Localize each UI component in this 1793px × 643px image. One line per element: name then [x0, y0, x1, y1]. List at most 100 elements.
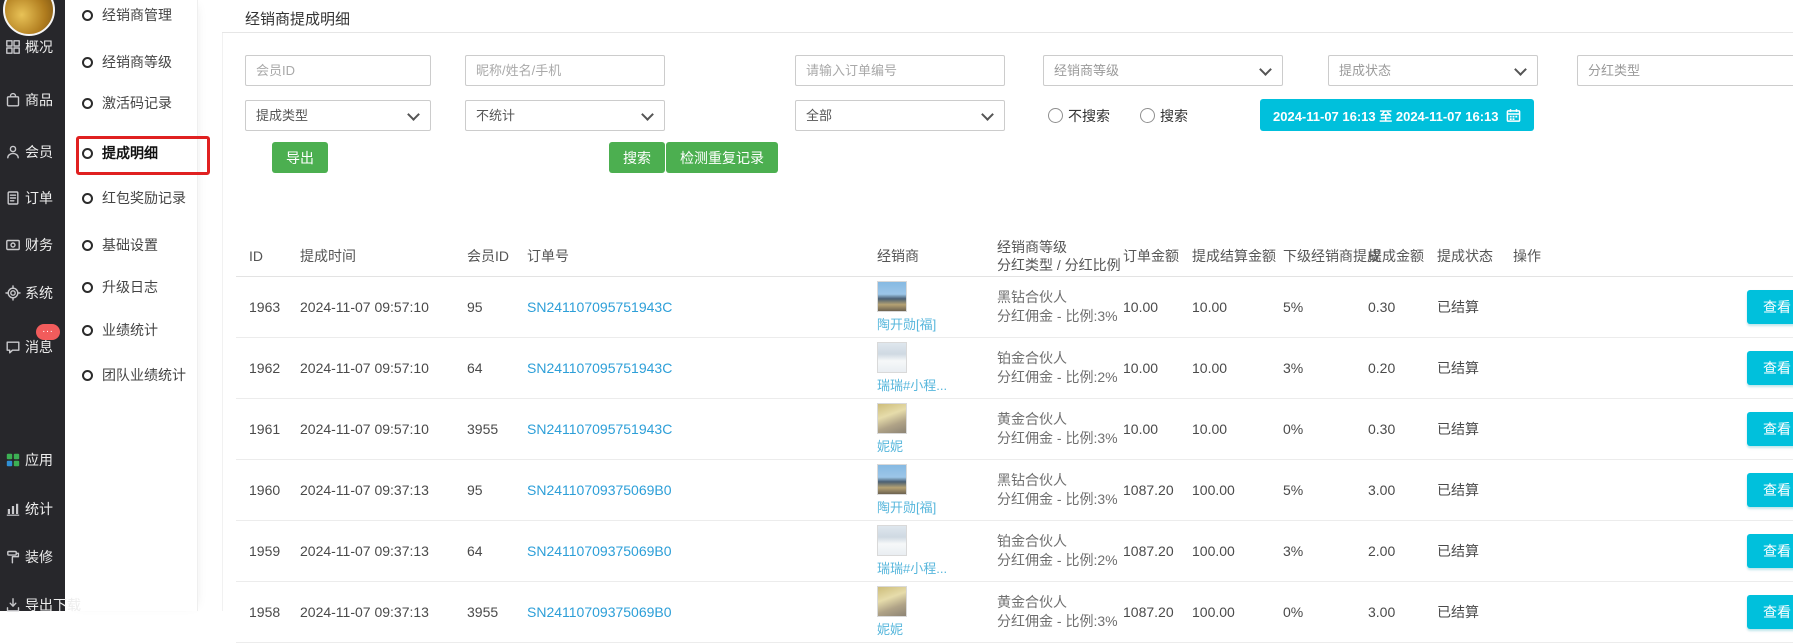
check-duplicates-button[interactable]: 检测重复记录 — [666, 142, 778, 173]
sidebar-item-order[interactable]: 订单 — [4, 184, 53, 212]
submenu-item-basic-settings[interactable]: 基础设置 — [73, 231, 158, 259]
submenu-item-label: 经销商等级 — [102, 52, 172, 72]
cell-action: 查看 — [1500, 582, 1793, 643]
order-no-link[interactable]: SN24110709375069B0 — [527, 604, 672, 620]
submenu-item-red-packet-reward-records[interactable]: 红包奖励记录 — [73, 184, 186, 212]
submenu-item-dealer-management[interactable]: 经销商管理 — [73, 1, 172, 29]
cell-dealer-level: 铂金合伙人分红佣金 - 比例:2% — [984, 521, 1110, 582]
submenu-item-upgrade-log[interactable]: 升级日志 — [73, 273, 158, 301]
dealer-name-link[interactable]: 瑞瑞#小程... — [877, 558, 984, 577]
sidebar-item-finance[interactable]: 财务 — [4, 231, 53, 259]
column-header: 会员ID — [454, 236, 514, 277]
dealer-info: 瑞瑞#小程... — [877, 338, 984, 398]
view-button[interactable]: 查看 — [1747, 534, 1793, 568]
order-no-input[interactable] — [795, 55, 1005, 86]
search-button[interactable]: 搜索 — [609, 142, 665, 173]
dealer-name-link[interactable]: 陶开勋[福] — [877, 497, 984, 516]
radio-no-search[interactable]: 不搜索 — [1048, 100, 1110, 131]
cell-id: 1963 — [236, 277, 287, 338]
sidebar-item-member[interactable]: 会员 — [4, 138, 53, 166]
commission-type-select-value: 提成类型 — [256, 108, 308, 123]
commission-type-select[interactable]: 提成类型 — [245, 100, 431, 131]
submenu-item-label: 升级日志 — [102, 277, 158, 297]
dealer-info: 陶开勋[福] — [877, 460, 984, 520]
cell-action: 查看 — [1500, 521, 1793, 582]
cell-commission-amount: 0.30 — [1355, 399, 1424, 460]
view-button[interactable]: 查看 — [1747, 412, 1793, 446]
overview-icon — [4, 39, 21, 56]
sidebar-item-app[interactable]: 应用 — [4, 446, 53, 474]
export-button[interactable]: 导出 — [272, 142, 328, 173]
cell-id: 1962 — [236, 338, 287, 399]
dividend-ratio-text: 分红佣金 - 比例:3% — [997, 612, 1110, 631]
dealer-name-link[interactable]: 瑞瑞#小程... — [877, 375, 984, 394]
date-range-button[interactable]: 2024-11-07 16:13 至 2024-11-07 16:13 — [1260, 99, 1534, 131]
column-header: ID — [236, 236, 287, 277]
radio-icon[interactable] — [1048, 108, 1063, 123]
dealer-name-link[interactable]: 妮妮 — [877, 436, 984, 455]
submenu-item-dealer-level[interactable]: 经销商等级 — [73, 48, 172, 76]
commission-status-select-value: 提成状态 — [1339, 63, 1391, 78]
nickname-input[interactable] — [465, 55, 665, 86]
sidebar-item-label: 会员 — [25, 142, 53, 162]
submenu-item-team-performance-stats[interactable]: 团队业绩统计 — [73, 361, 186, 389]
radio-no-search-label: 不搜索 — [1068, 106, 1110, 126]
cell-dealer: 瑞瑞#小程... — [864, 521, 984, 582]
order-no-link[interactable]: SN24110709375069B0 — [527, 543, 672, 559]
sidebar-item-decorate[interactable]: 装修 — [4, 543, 53, 571]
cell-settle-amount: 100.00 — [1179, 521, 1270, 582]
workspace-avatar[interactable] — [3, 0, 55, 36]
dealer-name-link[interactable]: 陶开勋[福] — [877, 314, 984, 333]
sidebar-item-overview[interactable]: 概况 — [4, 33, 53, 61]
cell-dealer: 陶开勋[福] — [864, 460, 984, 521]
cell-dealer: 瑞瑞#小程... — [864, 338, 984, 399]
sidebar-item-goods[interactable]: 商品 — [4, 86, 53, 114]
sidebar-item-label: 消息 — [25, 337, 53, 357]
commission-status-select[interactable]: 提成状态 — [1328, 55, 1538, 86]
dealer-info: 瑞瑞#小程... — [877, 521, 984, 581]
sidebar-item-label: 应用 — [25, 450, 53, 470]
dealer-name-link[interactable]: 妮妮 — [877, 619, 984, 638]
cell-id: 1958 — [236, 582, 287, 643]
dealer-level-select[interactable]: 经销商等级 — [1043, 55, 1283, 86]
sidebar-item-label: 导出下载 — [25, 595, 81, 615]
circle-bullet-icon — [82, 325, 93, 336]
radio-search[interactable]: 搜索 — [1140, 100, 1188, 131]
dividend-ratio-text: 分红佣金 - 比例:2% — [997, 551, 1110, 570]
order-no-link[interactable]: SN24110709375069B0 — [527, 482, 672, 498]
dealer-submenu: 经销商管理经销商等级激活码记录提成明细红包奖励记录基础设置升级日志业绩统计团队业… — [65, 0, 198, 611]
stat-mode-select[interactable]: 不统计 — [465, 100, 665, 131]
cell-order-amount: 1087.20 — [1110, 521, 1179, 582]
submenu-item-performance-stats[interactable]: 业绩统计 — [73, 316, 158, 344]
sidebar-item-export-download[interactable]: 导出下载 — [4, 591, 81, 619]
member-id-input[interactable] — [245, 55, 431, 86]
dividend-ratio-text: 分红佣金 - 比例:3% — [997, 307, 1110, 326]
submenu-item-commission-detail[interactable]: 提成明细 — [73, 139, 158, 167]
scope-select[interactable]: 全部 — [795, 100, 1005, 131]
column-header: 下级经销商提成 — [1270, 236, 1355, 277]
cell-status: 已结算 — [1424, 521, 1500, 582]
message-badge: ... — [36, 324, 60, 340]
cell-dealer: 陶开勋[福] — [864, 277, 984, 338]
view-button[interactable]: 查看 — [1747, 473, 1793, 507]
sidebar-item-label: 概况 — [25, 37, 53, 57]
order-no-link[interactable]: SN241107095751943C — [527, 360, 672, 376]
radio-icon[interactable] — [1140, 108, 1155, 123]
sidebar-item-stats[interactable]: 统计 — [4, 495, 53, 523]
order-no-link[interactable]: SN241107095751943C — [527, 421, 672, 437]
cell-order-no: SN241107095751943C — [514, 338, 864, 399]
cell-commission-time: 2024-11-07 09:57:10 — [287, 338, 454, 399]
submenu-item-activation-code-records[interactable]: 激活码记录 — [73, 89, 172, 117]
goods-icon — [4, 92, 21, 109]
dividend-type-select[interactable]: 分红类型 — [1577, 55, 1793, 86]
cell-order-amount: 10.00 — [1110, 399, 1179, 460]
view-button[interactable]: 查看 — [1747, 290, 1793, 324]
table-row: 19622024-11-07 09:57:1064SN2411070957519… — [236, 338, 1793, 399]
order-no-link[interactable]: SN241107095751943C — [527, 299, 672, 315]
sidebar-item-system[interactable]: 系统 — [4, 279, 53, 307]
view-button[interactable]: 查看 — [1747, 595, 1793, 629]
cell-commission-time: 2024-11-07 09:37:13 — [287, 582, 454, 643]
circle-bullet-icon — [82, 148, 93, 159]
view-button[interactable]: 查看 — [1747, 351, 1793, 385]
main-sidebar: 概况商品会员订单财务系统消息应用统计装修导出下载 — [0, 0, 65, 611]
